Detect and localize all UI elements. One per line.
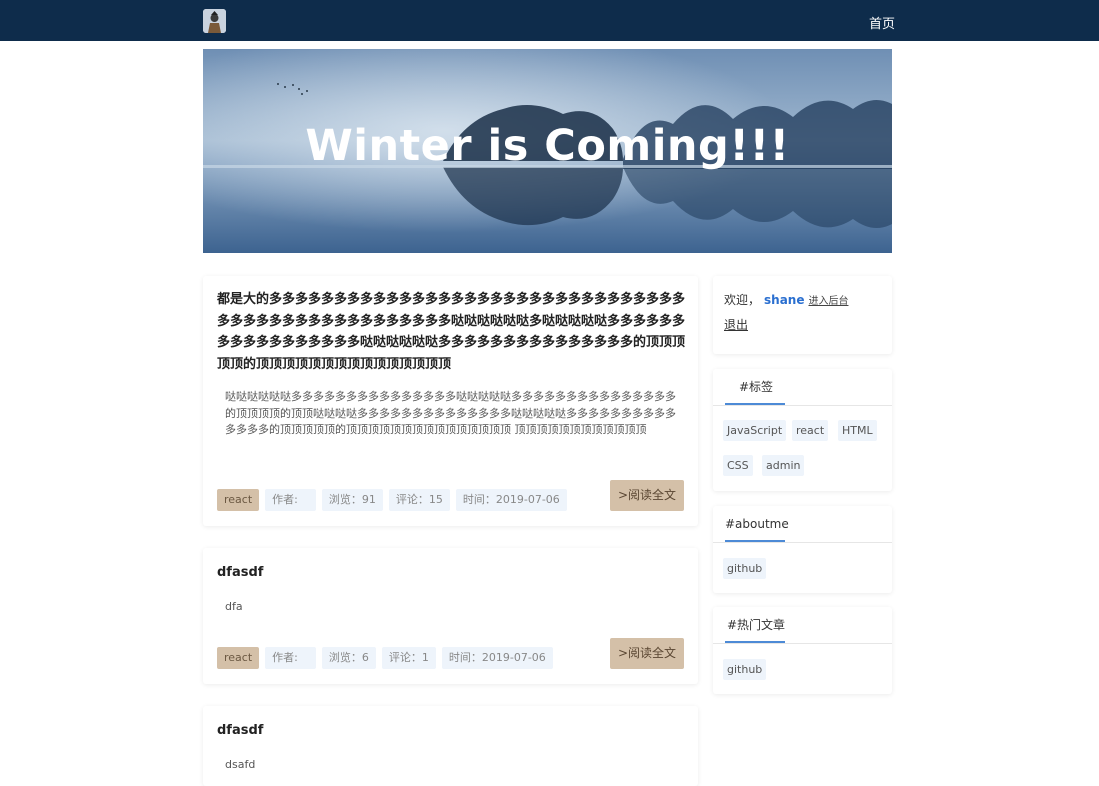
tab-tags[interactable]: #标签 — [739, 369, 773, 405]
github-link[interactable]: github — [723, 659, 767, 680]
logout-link[interactable]: 退出 — [724, 316, 748, 333]
post-card: dfasdf dsafd — [203, 706, 698, 786]
logo-avatar-icon — [203, 9, 226, 33]
username: shane — [764, 293, 805, 307]
nav-home-link[interactable]: 首页 — [869, 13, 895, 32]
post-card: dfasdf dfa react 作者: 浏览：6 评论：1 时间：2019-0… — [203, 548, 698, 684]
tag-chip[interactable]: JavaScript — [723, 420, 787, 441]
post-time: 时间：2019-07-06 — [441, 647, 553, 669]
top-nav-bar: 首页 — [0, 0, 1099, 41]
post-title[interactable]: dfasdf — [217, 720, 263, 742]
post-meta: react 作者: 浏览：6 评论：1 时间：2019-07-06 — [217, 647, 553, 669]
welcome-line: 欢迎， shane 进入后台 — [724, 291, 848, 308]
post-comments: 评论：15 — [388, 489, 450, 511]
tab-aboutme[interactable]: #aboutme — [725, 506, 789, 542]
hot-posts-card: #热门文章 github — [713, 607, 892, 694]
post-summary: dsafd — [225, 758, 256, 771]
welcome-text: 欢迎， — [724, 293, 761, 307]
tab-divider — [713, 542, 892, 543]
site-logo[interactable] — [203, 9, 226, 33]
tags-card: #标签 JavaScript react HTML CSS admin — [713, 369, 892, 491]
post-tag[interactable]: react — [217, 647, 260, 669]
post-summary: 哒哒哒哒哒哒多多多多多多多多多多多多多多多哒哒哒哒哒多多多多多多多多多多多多多多… — [225, 390, 676, 436]
tab-divider — [713, 405, 892, 406]
tab-divider — [713, 643, 892, 644]
aboutme-card: #aboutme github — [713, 506, 892, 593]
tag-chip[interactable]: HTML — [838, 420, 877, 441]
post-card: 都是大的多多多多多多多多多多多多多多多多多多多多多多多多多多多多多多多多多多多多… — [203, 276, 698, 526]
tab-hot-posts[interactable]: #热门文章 — [727, 607, 785, 643]
welcome-card: 欢迎， shane 进入后台 退出 — [713, 276, 892, 354]
post-meta: react 作者: 浏览：91 评论：15 时间：2019-07-06 — [217, 489, 567, 511]
post-tag[interactable]: react — [217, 489, 260, 511]
post-comments: 评论：1 — [381, 647, 436, 669]
hero-banner: Winter is Coming!!! — [203, 49, 892, 253]
tag-chip[interactable]: CSS — [723, 455, 753, 476]
post-views: 浏览：91 — [321, 489, 383, 511]
read-more-button[interactable]: >阅读全文 — [609, 638, 684, 669]
github-link[interactable]: github — [723, 558, 767, 579]
read-more-button[interactable]: >阅读全文 — [609, 480, 684, 511]
tag-chip[interactable]: admin — [762, 455, 805, 476]
post-views: 浏览：6 — [321, 647, 376, 669]
post-title[interactable]: dfasdf — [217, 562, 263, 584]
post-title[interactable]: 都是大的多多多多多多多多多多多多多多多多多多多多多多多多多多多多多多多多多多多多… — [217, 289, 685, 375]
post-summary: dfa — [225, 600, 243, 613]
banner-title: Winter is Coming!!! — [305, 121, 790, 171]
post-author: 作者: — [265, 647, 316, 669]
post-author: 作者: — [265, 489, 316, 511]
admin-link[interactable]: 进入后台 — [808, 296, 848, 307]
post-time: 时间：2019-07-06 — [455, 489, 567, 511]
tag-chip[interactable]: react — [792, 420, 829, 441]
